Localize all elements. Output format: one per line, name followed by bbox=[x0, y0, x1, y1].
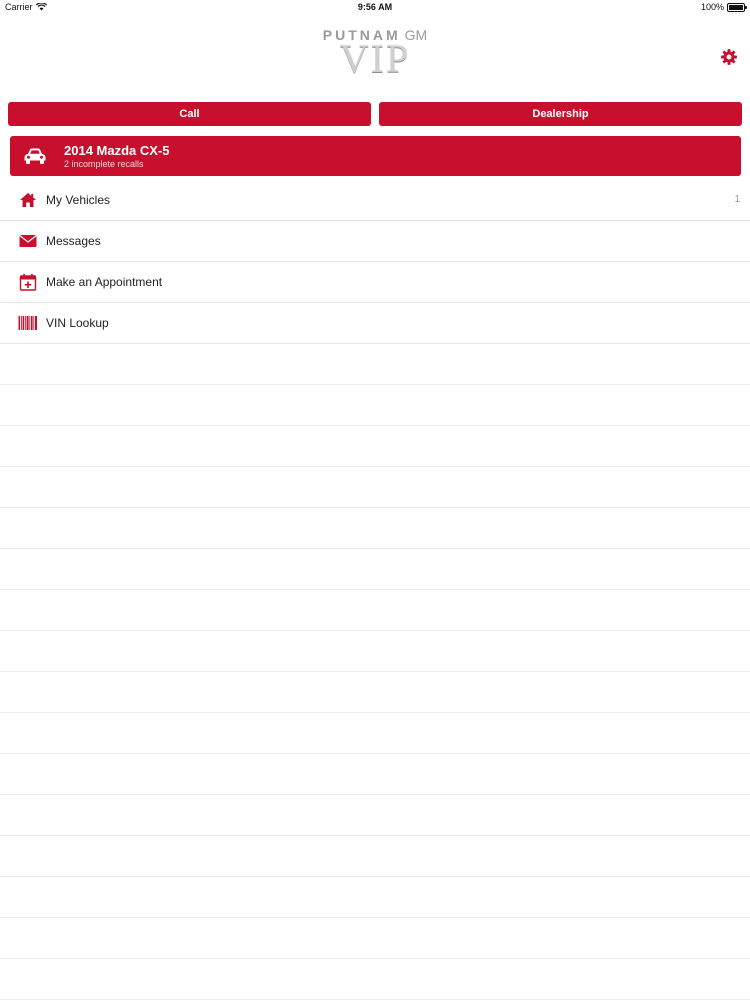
battery-indicator: 100% bbox=[700, 2, 747, 12]
gear-icon bbox=[721, 49, 737, 65]
battery-percent: 100% bbox=[700, 2, 724, 12]
clock: 9:56 AM bbox=[357, 2, 393, 12]
barcode-icon bbox=[18, 314, 38, 332]
menu-item-label: My Vehicles bbox=[46, 193, 111, 207]
empty-row-divider bbox=[0, 384, 750, 385]
vehicle-recalls: 2 incomplete recalls bbox=[64, 159, 144, 169]
empty-row-divider bbox=[0, 630, 750, 631]
dealership-button[interactable]: Dealership bbox=[379, 102, 742, 126]
calendar-plus-icon bbox=[18, 273, 38, 291]
empty-row-divider bbox=[0, 794, 750, 795]
menu-item-messages[interactable]: Messages bbox=[0, 221, 750, 262]
empty-row-divider bbox=[0, 466, 750, 467]
empty-row-divider bbox=[0, 712, 750, 713]
menu-item-my-vehicles[interactable]: My Vehicles 1 bbox=[0, 180, 750, 221]
empty-row-divider bbox=[0, 917, 750, 918]
main-menu: My Vehicles 1 Messages Make an Appointme… bbox=[0, 180, 750, 344]
empty-row-divider bbox=[0, 753, 750, 754]
envelope-icon bbox=[18, 232, 38, 250]
menu-item-vin-lookup[interactable]: VIN Lookup bbox=[0, 303, 750, 344]
menu-item-label: VIN Lookup bbox=[46, 316, 109, 330]
menu-item-label: Make an Appointment bbox=[46, 275, 163, 289]
car-icon bbox=[24, 148, 46, 164]
empty-row-divider bbox=[0, 671, 750, 672]
menu-item-label: Messages bbox=[46, 234, 101, 248]
call-button[interactable]: Call bbox=[8, 102, 371, 126]
empty-row-divider bbox=[0, 958, 750, 959]
vehicle-count: 1 bbox=[734, 194, 740, 205]
menu-item-make-appointment[interactable]: Make an Appointment bbox=[0, 262, 750, 303]
vehicle-banner[interactable]: 2014 Mazda CX-5 2 incomplete recalls bbox=[10, 136, 741, 176]
empty-row-divider bbox=[0, 876, 750, 877]
putnam-vip-logo: PUTNAM GM VIP bbox=[300, 27, 450, 87]
empty-row-divider bbox=[0, 507, 750, 508]
empty-row-divider bbox=[0, 835, 750, 836]
status-bar: Carrier 9:56 AM 100% bbox=[0, 0, 750, 14]
empty-row-divider bbox=[0, 589, 750, 590]
logo-title: VIP bbox=[339, 36, 411, 81]
empty-row-divider bbox=[0, 548, 750, 549]
settings-button[interactable] bbox=[719, 47, 739, 67]
battery-icon bbox=[727, 2, 747, 12]
empty-row-divider bbox=[0, 425, 750, 426]
home-icon bbox=[18, 191, 38, 209]
vehicle-name: 2014 Mazda CX-5 bbox=[64, 143, 170, 158]
